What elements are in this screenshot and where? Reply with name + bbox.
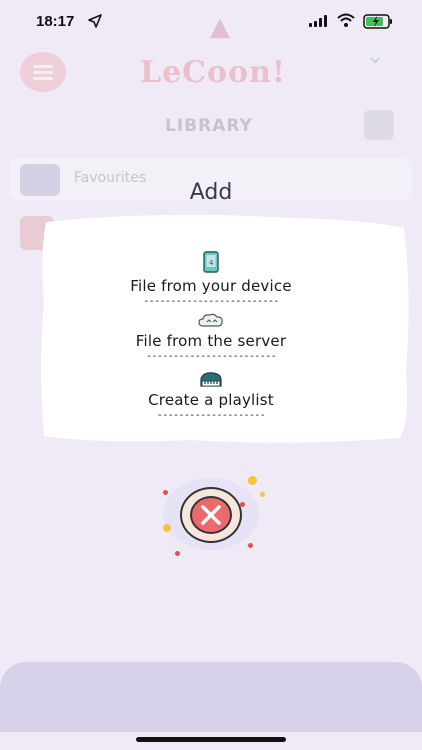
confetti-dot: [248, 476, 257, 485]
library-title: LIBRARY: [165, 116, 253, 136]
confetti-dot: [260, 492, 265, 497]
confetti-dot: [248, 543, 253, 548]
piano-icon: [200, 372, 222, 387]
option-label: File from the server: [135, 332, 287, 350]
cloud-icon: [198, 313, 223, 327]
dialog-title: Add: [189, 180, 233, 205]
confetti-dot: [175, 551, 180, 556]
location-icon: [88, 14, 102, 28]
option-underline: --------------------: [156, 410, 266, 421]
option-label: File from your device: [130, 277, 292, 295]
close-button-inner: [190, 496, 232, 534]
signal-icon: [309, 15, 327, 27]
battery-icon: [363, 14, 392, 29]
phone-icon: 4: [203, 251, 219, 273]
confetti-dot: [163, 490, 168, 495]
confetti-dot: [163, 524, 171, 532]
app-logo: LeCoon!: [140, 55, 287, 90]
home-indicator[interactable]: [136, 737, 286, 742]
close-button[interactable]: [180, 487, 242, 543]
option-underline: ------------------------: [145, 351, 277, 362]
player-dock: [0, 662, 422, 732]
menu-button: [20, 52, 66, 92]
svg-text:4: 4: [209, 259, 214, 267]
chevron-down-icon: ⌄: [366, 44, 385, 69]
option-create-playlist[interactable]: Create a playlist --------------------: [0, 371, 422, 421]
option-file-from-device[interactable]: 4 File from your device ----------------…: [0, 251, 422, 307]
wifi-icon: [337, 13, 355, 27]
option-file-from-server[interactable]: File from the server -------------------…: [0, 312, 422, 362]
option-underline: -------------------------: [143, 296, 279, 307]
status-bar: 18:17: [0, 0, 422, 44]
trash-icon: [364, 110, 394, 140]
status-time: 18:17: [36, 13, 75, 30]
close-icon: [201, 505, 221, 525]
option-label: Create a playlist: [148, 391, 274, 409]
